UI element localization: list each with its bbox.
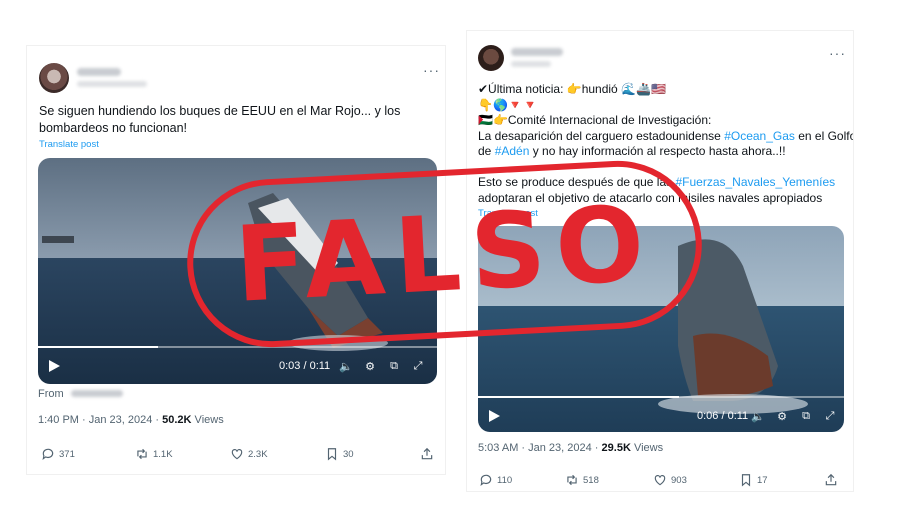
views-count: 29.5K	[601, 442, 631, 454]
video-progress-bar[interactable]	[38, 346, 437, 348]
repost-button[interactable]: 518	[565, 473, 599, 487]
share-button[interactable]	[824, 473, 838, 487]
avatar[interactable]	[39, 63, 69, 93]
video-time: 0:03 / 0:11	[279, 360, 331, 372]
play-icon[interactable]	[46, 358, 62, 374]
translate-post-link[interactable]: Translate post	[39, 139, 99, 150]
post-timestamp[interactable]: 1:40 PM · Jan 23, 2024 ·	[38, 414, 162, 426]
repost-count: 1.1K	[153, 448, 173, 460]
post-text-line: La desaparición del carguero estadounide…	[478, 128, 854, 145]
like-count: 903	[671, 474, 687, 486]
post-text-line: Esto se produce después de que las #Fuer…	[478, 175, 853, 191]
from-source[interactable]: From	[38, 388, 123, 400]
ship-image	[42, 193, 388, 351]
reply-count: 371	[59, 448, 75, 460]
from-label: From	[38, 388, 64, 400]
bookmark-count: 30	[343, 448, 354, 460]
bookmark-icon	[741, 474, 751, 487]
like-button[interactable]: 2.3K	[230, 447, 268, 461]
video-player[interactable]: 0:03 / 0:11 🔈 ⚙ ⧉ ⤢	[38, 158, 437, 384]
post-text-line: 👇🌎🔻🔻	[478, 97, 538, 112]
post-text: ✔Última noticia: 👉hundió 🌊🚢🇺🇸 👇🌎🔻🔻 🇵🇸👉Co…	[478, 82, 854, 206]
video-progress-bar[interactable]	[478, 396, 844, 398]
volume-icon[interactable]: 🔈	[750, 408, 766, 424]
like-icon	[654, 475, 666, 486]
video-progress-fill	[38, 346, 158, 348]
bookmark-button[interactable]: 30	[325, 447, 354, 461]
text-segment: Esto se produce después de que las	[478, 175, 676, 189]
fullscreen-icon[interactable]: ⤢	[410, 358, 426, 374]
repost-count: 518	[583, 474, 599, 486]
video-player[interactable]: 0:06 / 0:11 🔈 ⚙ ⧉ ⤢	[478, 226, 844, 432]
bookmark-count: 17	[757, 474, 768, 486]
hashtag-aden[interactable]: #Adén	[495, 144, 530, 158]
post-text-line: ✔Última noticia: 👉hundió 🌊🚢🇺🇸	[478, 82, 666, 96]
like-button[interactable]: 903	[653, 473, 687, 487]
video-progress-fill	[478, 396, 680, 398]
post-timestamp[interactable]: 5:03 AM · Jan 23, 2024 ·	[478, 442, 602, 454]
post-metadata: 5:03 AM · Jan 23, 2024 · 29.5K Views	[478, 442, 663, 454]
play-icon[interactable]	[486, 408, 502, 424]
fullscreen-icon[interactable]: ⤢	[822, 408, 838, 424]
share-icon	[421, 447, 433, 460]
ship-image	[658, 239, 808, 414]
right-post-card: ··· ✔Última noticia: 👉hundió 🌊🚢🇺🇸 👇🌎🔻🔻 🇵…	[466, 30, 854, 492]
text-segment: en el Golfo	[794, 128, 854, 143]
post-metadata: 1:40 PM · Jan 23, 2024 · 50.2K Views	[38, 414, 224, 426]
repost-icon	[137, 448, 147, 460]
settings-icon[interactable]: ⚙	[362, 358, 378, 374]
post-text: Se siguen hundiendo los buques de EEUU e…	[39, 103, 400, 137]
reply-icon	[480, 474, 492, 487]
repost-icon	[567, 474, 577, 486]
reply-button[interactable]: 110	[479, 473, 512, 487]
like-icon	[231, 449, 243, 460]
bookmark-icon	[327, 448, 337, 461]
bookmark-button[interactable]: 17	[739, 473, 768, 487]
blurred-handle	[77, 81, 147, 87]
hashtag-ocean-gas[interactable]: #Ocean_Gas	[724, 129, 795, 143]
reply-icon	[42, 448, 54, 461]
more-icon[interactable]: ···	[423, 62, 440, 78]
hashtag-fuerzas-navales-yemenies[interactable]: #Fuerzas_Navales_Yemeníes	[675, 175, 835, 189]
views-count: 50.2K	[162, 414, 192, 426]
post-text-line: adoptaran el objetivo de atacarlo con mi…	[478, 190, 823, 205]
video-time: 0:06 / 0:11	[697, 410, 749, 422]
blurred-source	[70, 390, 123, 397]
reply-button[interactable]: 371	[41, 447, 75, 461]
post-text-line: Se siguen hundiendo los buques de EEUU e…	[39, 104, 401, 118]
post-text-line: 🇵🇸👉Comité Internacional de Investigación…	[478, 113, 712, 127]
settings-icon[interactable]: ⚙	[774, 408, 790, 424]
text-segment: La desaparición del carguero estadounide…	[478, 128, 725, 143]
repost-button[interactable]: 1.1K	[135, 447, 173, 461]
more-icon[interactable]: ···	[829, 45, 846, 61]
share-icon	[825, 473, 837, 486]
avatar[interactable]	[478, 45, 504, 71]
blurred-handle	[511, 61, 551, 67]
translate-post-link[interactable]: Translate post	[478, 208, 538, 219]
share-button[interactable]	[420, 447, 434, 461]
post-text-line: bombardeos no funcionan!	[39, 121, 188, 135]
blurred-display-name	[511, 48, 563, 56]
blurred-display-name	[77, 68, 121, 76]
pip-icon[interactable]: ⧉	[798, 408, 814, 424]
reply-count: 110	[497, 474, 513, 486]
pip-icon[interactable]: ⧉	[386, 358, 402, 374]
text-segment: de	[478, 144, 495, 158]
post-text-line: de #Adén y no hay información al respect…	[478, 144, 853, 160]
left-post-card: ··· Se siguen hundiendo los buques de EE…	[26, 45, 446, 475]
views-label: Views	[191, 414, 224, 426]
views-label: Views	[630, 442, 664, 454]
like-count: 2.3K	[248, 448, 268, 460]
volume-icon[interactable]: 🔈	[338, 358, 354, 374]
text-segment: y no hay información al respecto hasta a…	[529, 144, 786, 158]
